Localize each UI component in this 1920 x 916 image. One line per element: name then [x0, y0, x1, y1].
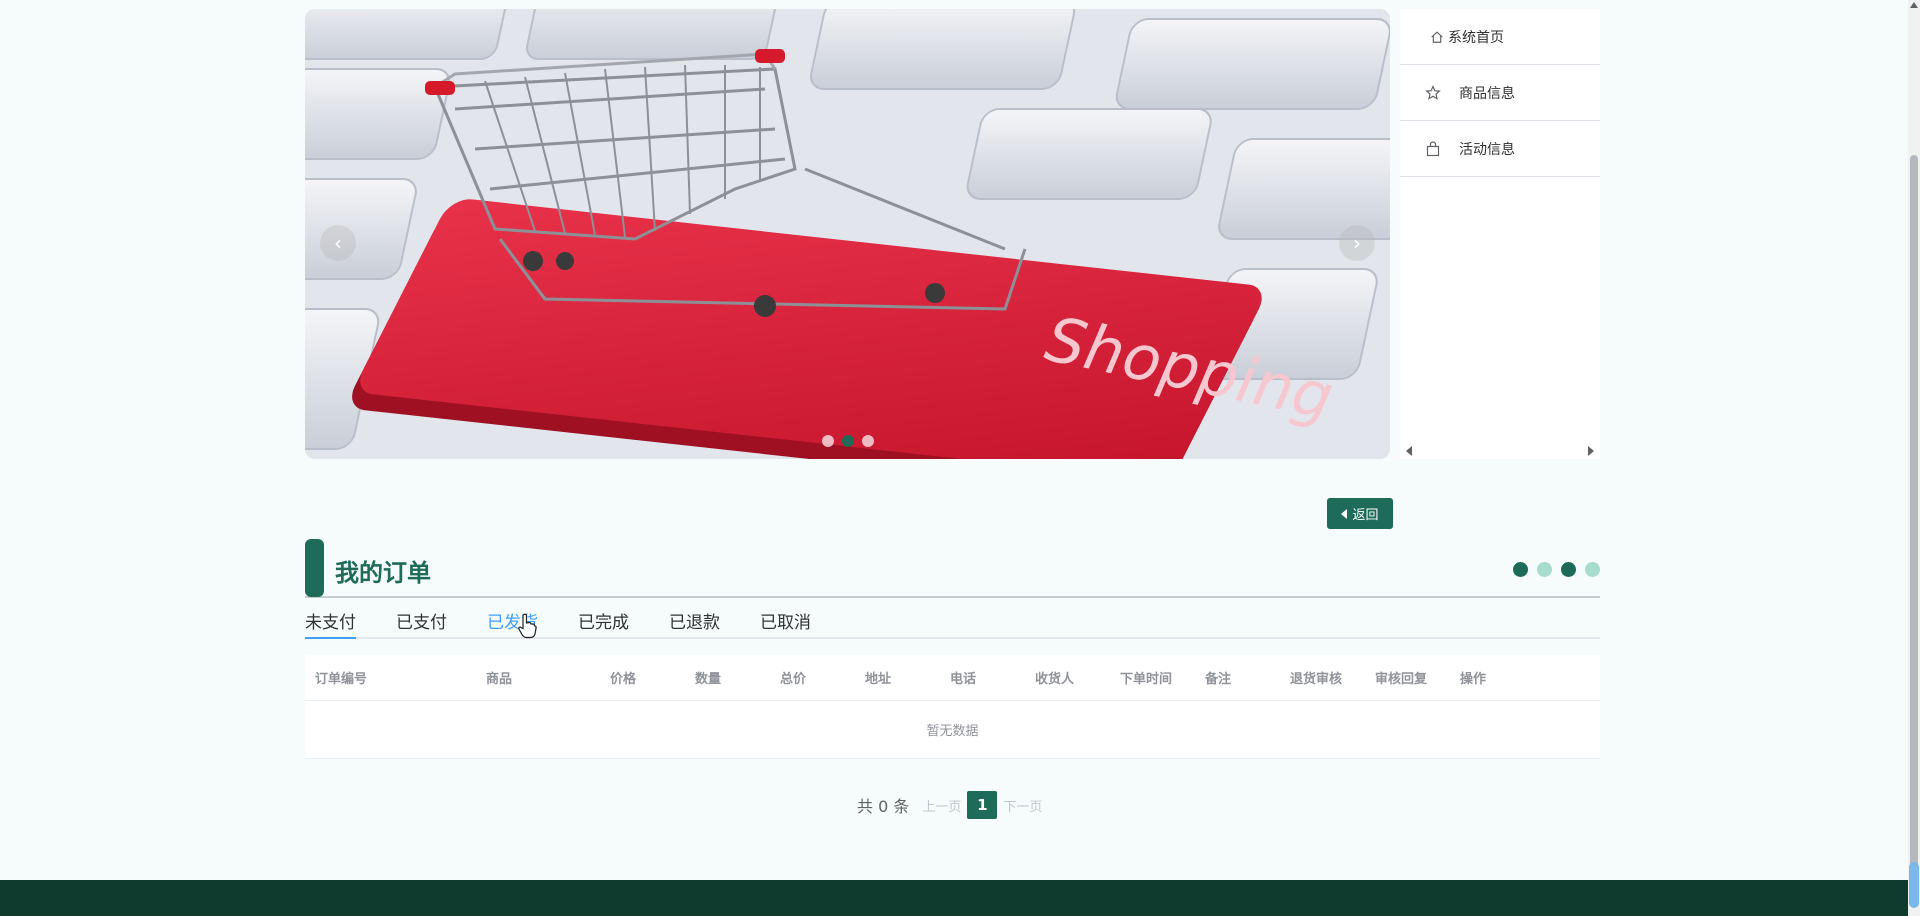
- tab-unpaid[interactable]: 未支付: [305, 600, 356, 639]
- table-header: 订单编号 商品 价格 数量 总价 地址 电话 收货人 下单时间 备注 退货审核 …: [305, 655, 1600, 701]
- carousel-indicators: [305, 435, 1390, 447]
- side-menu: 系统首页 商品信息 活动信息: [1400, 9, 1600, 459]
- tab-cancelled[interactable]: 已取消: [760, 600, 811, 637]
- scrollbar-thumb[interactable]: [1910, 155, 1918, 895]
- star-icon: [1425, 84, 1441, 100]
- title-accent-bar: [305, 539, 324, 597]
- back-button[interactable]: 返回: [1327, 498, 1393, 529]
- order-status-tabs: 未支付 已支付 已发货 已完成 已退款 已取消: [305, 600, 1600, 639]
- decoration-dot: [1537, 562, 1552, 577]
- tab-completed[interactable]: 已完成: [578, 600, 629, 637]
- carousel-next-button[interactable]: ›: [1339, 225, 1375, 261]
- page-footer: [0, 880, 1920, 916]
- column-header-receiver: 收货人: [1035, 672, 1075, 687]
- tab-refunded[interactable]: 已退款: [669, 600, 720, 637]
- orders-table: 订单编号 商品 价格 数量 总价 地址 电话 收货人 下单时间 备注 退货审核 …: [305, 655, 1600, 759]
- shopping-cart-banner-image: Shopping: [305, 9, 1390, 459]
- pagination-total: 共 0 条: [857, 797, 910, 816]
- column-header-quantity: 数量: [695, 672, 722, 687]
- menu-item-label: 商品信息: [1459, 85, 1515, 102]
- column-header-order-time: 下单时间: [1120, 672, 1173, 687]
- column-header-total: 总价: [780, 672, 807, 687]
- table-empty-text: 暂无数据: [305, 701, 1600, 759]
- decoration-dot: [1585, 562, 1600, 577]
- page-title: 我的订单: [335, 559, 431, 587]
- column-header-phone: 电话: [950, 672, 977, 687]
- bag-icon: [1426, 140, 1440, 156]
- carousel-dot-1[interactable]: [821, 435, 834, 447]
- carousel-prev-button[interactable]: ‹: [320, 225, 356, 261]
- page-vertical-scrollbar[interactable]: [1908, 0, 1920, 916]
- title-decoration-dots: [1513, 562, 1600, 577]
- pagination: 共 0 条 上一页 1 下一页: [857, 791, 1042, 819]
- back-button-label: 返回: [1352, 508, 1379, 523]
- pagination-next-button[interactable]: 下一页: [1003, 796, 1042, 815]
- pagination-page-1[interactable]: 1: [967, 791, 998, 819]
- menu-horizontal-scrollbar[interactable]: [1400, 443, 1600, 459]
- column-header-address: 地址: [865, 672, 892, 687]
- scroll-up-icon[interactable]: [1910, 2, 1918, 8]
- column-header-review-reply: 审核回复: [1375, 672, 1428, 687]
- home-icon: [1431, 30, 1443, 43]
- column-header-remark: 备注: [1205, 672, 1232, 687]
- menu-item-goods[interactable]: 商品信息: [1400, 65, 1600, 121]
- column-header-actions: 操作: [1460, 672, 1487, 687]
- decoration-dot: [1513, 562, 1528, 577]
- tab-paid[interactable]: 已支付: [396, 600, 447, 637]
- section-header: 我的订单: [305, 539, 1600, 598]
- caret-left-icon: [1341, 508, 1348, 519]
- menu-item-label: 活动信息: [1459, 141, 1515, 158]
- scrollbar-grip[interactable]: [1909, 862, 1919, 908]
- column-header-return-review: 退货审核: [1290, 672, 1343, 687]
- carousel-dot-3[interactable]: [861, 435, 874, 447]
- column-header-price: 价格: [610, 672, 637, 687]
- scroll-right-icon[interactable]: [1588, 446, 1594, 456]
- column-header-order-no: 订单编号: [315, 672, 368, 687]
- menu-item-activity[interactable]: 活动信息: [1400, 121, 1600, 177]
- menu-item-label: 系统首页: [1448, 29, 1504, 46]
- scroll-left-icon[interactable]: [1406, 446, 1412, 456]
- banner-carousel[interactable]: Shopping ‹ ›: [305, 9, 1390, 459]
- menu-item-home[interactable]: 系统首页: [1400, 9, 1600, 65]
- hand-pointer-cursor-icon: [518, 613, 537, 639]
- column-header-goods: 商品: [486, 672, 513, 687]
- carousel-dot-2[interactable]: [841, 435, 854, 447]
- decoration-dot: [1561, 562, 1576, 577]
- pagination-prev-button[interactable]: 上一页: [922, 796, 961, 815]
